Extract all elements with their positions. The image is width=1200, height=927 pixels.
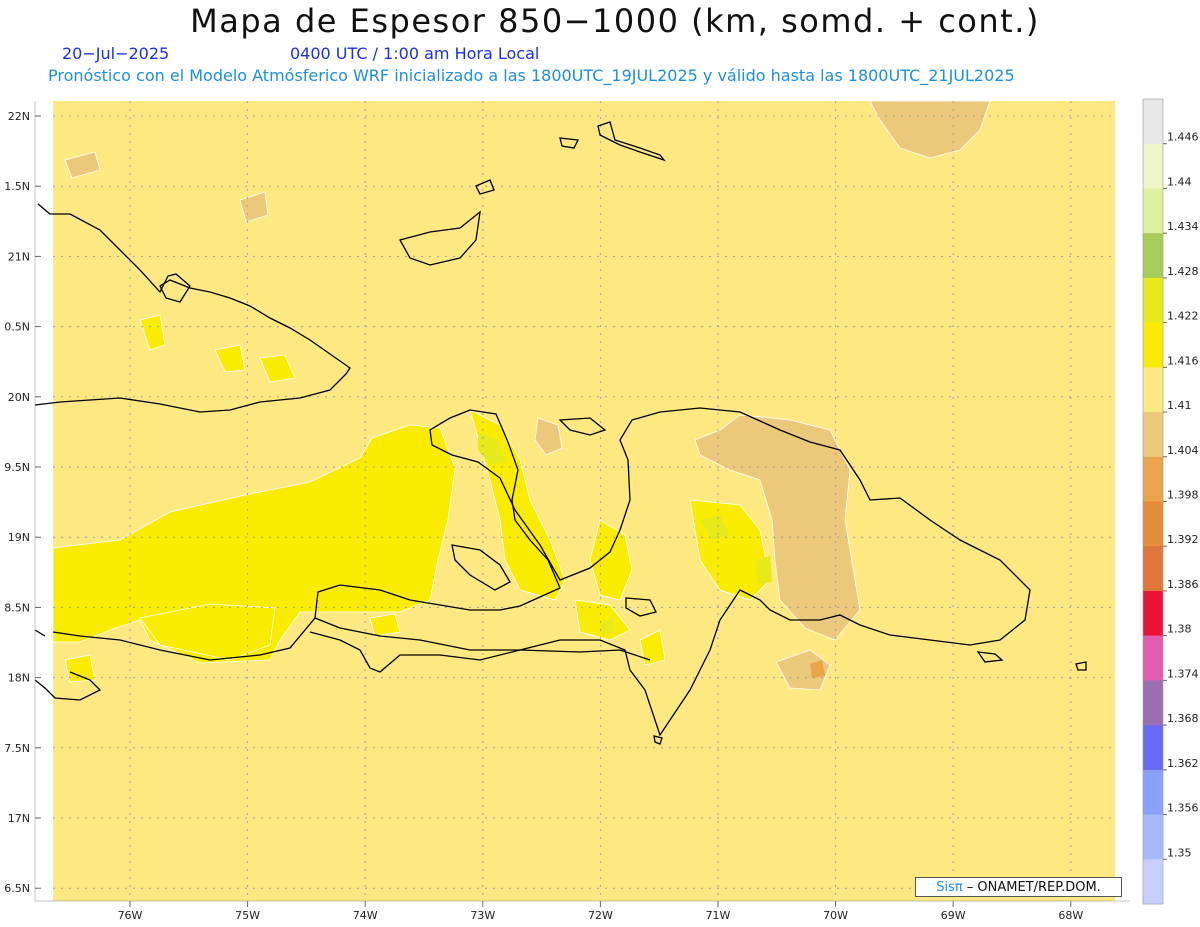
lat-label: 21N <box>8 250 30 263</box>
lat-label: 20N <box>8 391 30 404</box>
sispi-logo: Sisπ <box>936 880 963 895</box>
colorbar-segment <box>1143 590 1163 637</box>
lat-label: 22N <box>8 110 30 123</box>
colorbar-segment <box>1143 143 1163 189</box>
lon-label: 75W <box>235 909 260 922</box>
colorbar-segment <box>1143 367 1163 413</box>
colorbar-label: 1.416 <box>1167 354 1199 367</box>
lat-label: 7.5N <box>4 742 30 755</box>
colorbar-label: 1.356 <box>1167 802 1199 815</box>
colorbar: 1.446 1.44 1.434 1.428 1.422 1.416 1.41 1.404 1.… <box>1142 98 1199 905</box>
colorbar-segment <box>1143 501 1163 547</box>
colorbar-label: 1.422 <box>1167 310 1199 323</box>
lon-label: 73W <box>470 909 495 922</box>
colorbar-label: 1.41 <box>1167 399 1192 412</box>
lat-label: 17N <box>8 812 30 825</box>
colorbar-label: 1.368 <box>1167 712 1199 725</box>
colorbar-label: 1.428 <box>1167 265 1199 278</box>
colorbar-segment <box>1143 635 1163 681</box>
colorbar-segment <box>1143 412 1163 458</box>
longitude-labels: 76W 75W 74W 73W 72W 71W 70W 69W 68W <box>118 901 1083 922</box>
colorbar-label: 1.392 <box>1167 533 1199 546</box>
colorbar-segment <box>1143 99 1163 145</box>
colorbar-segment <box>1143 456 1163 502</box>
colorbar-segment <box>1143 546 1163 592</box>
colorbar-label: 1.374 <box>1167 667 1199 680</box>
colorbar-segment <box>1143 233 1163 279</box>
colorbar-segment <box>1143 725 1163 771</box>
colorbar-label: 1.386 <box>1167 578 1199 591</box>
colorbar-label: 1.404 <box>1167 444 1199 457</box>
lat-label: 18N <box>8 672 30 685</box>
credit-text: – ONAMET/REP.DOM. <box>962 880 1101 895</box>
colorbar-segment <box>1143 814 1163 860</box>
colorbar-segment <box>1143 769 1163 816</box>
lat-label: 0.5N <box>4 321 30 334</box>
lon-label: 74W <box>353 909 378 922</box>
credit-box: Sisπ – ONAMET/REP.DOM. <box>915 877 1122 897</box>
colorbar-label: 1.398 <box>1167 489 1199 502</box>
colorbar-label: 1.35 <box>1167 846 1192 859</box>
latitude-labels: 22N 1.5N 21N 0.5N 20N 9.5N 19N 8.5N 18N 7.5N 17N 6.… <box>4 110 41 895</box>
lat-label: 19N <box>8 531 30 544</box>
lon-label: 68W <box>1058 909 1083 922</box>
thickness-map: 22N 1.5N 21N 0.5N 20N 9.5N 19N 8.5N 18N 7.5N 17N 6.… <box>4 98 1199 922</box>
colorbar-label: 1.434 <box>1167 220 1199 233</box>
colorbar-segment <box>1143 680 1163 726</box>
map-background <box>53 101 1115 901</box>
colorbar-label: 1.362 <box>1167 757 1199 770</box>
cayman-edge <box>34 629 46 637</box>
colorbar-label: 1.44 <box>1167 175 1192 188</box>
lon-label: 72W <box>588 909 613 922</box>
lat-label: 8.5N <box>4 601 30 614</box>
colorbar-segment <box>1143 322 1163 368</box>
lon-label: 69W <box>941 909 966 922</box>
lon-label: 70W <box>823 909 848 922</box>
lat-label: 1.5N <box>4 180 30 193</box>
lat-label: 9.5N <box>4 461 30 474</box>
lon-label: 71W <box>706 909 731 922</box>
colorbar-segment <box>1143 188 1163 234</box>
lat-label: 6.5N <box>4 882 30 895</box>
colorbar-segment <box>1143 859 1163 905</box>
colorbar-segment <box>1143 277 1163 324</box>
lon-label: 76W <box>118 909 143 922</box>
colorbar-label: 1.446 <box>1167 131 1199 144</box>
colorbar-label: 1.38 <box>1167 623 1192 636</box>
